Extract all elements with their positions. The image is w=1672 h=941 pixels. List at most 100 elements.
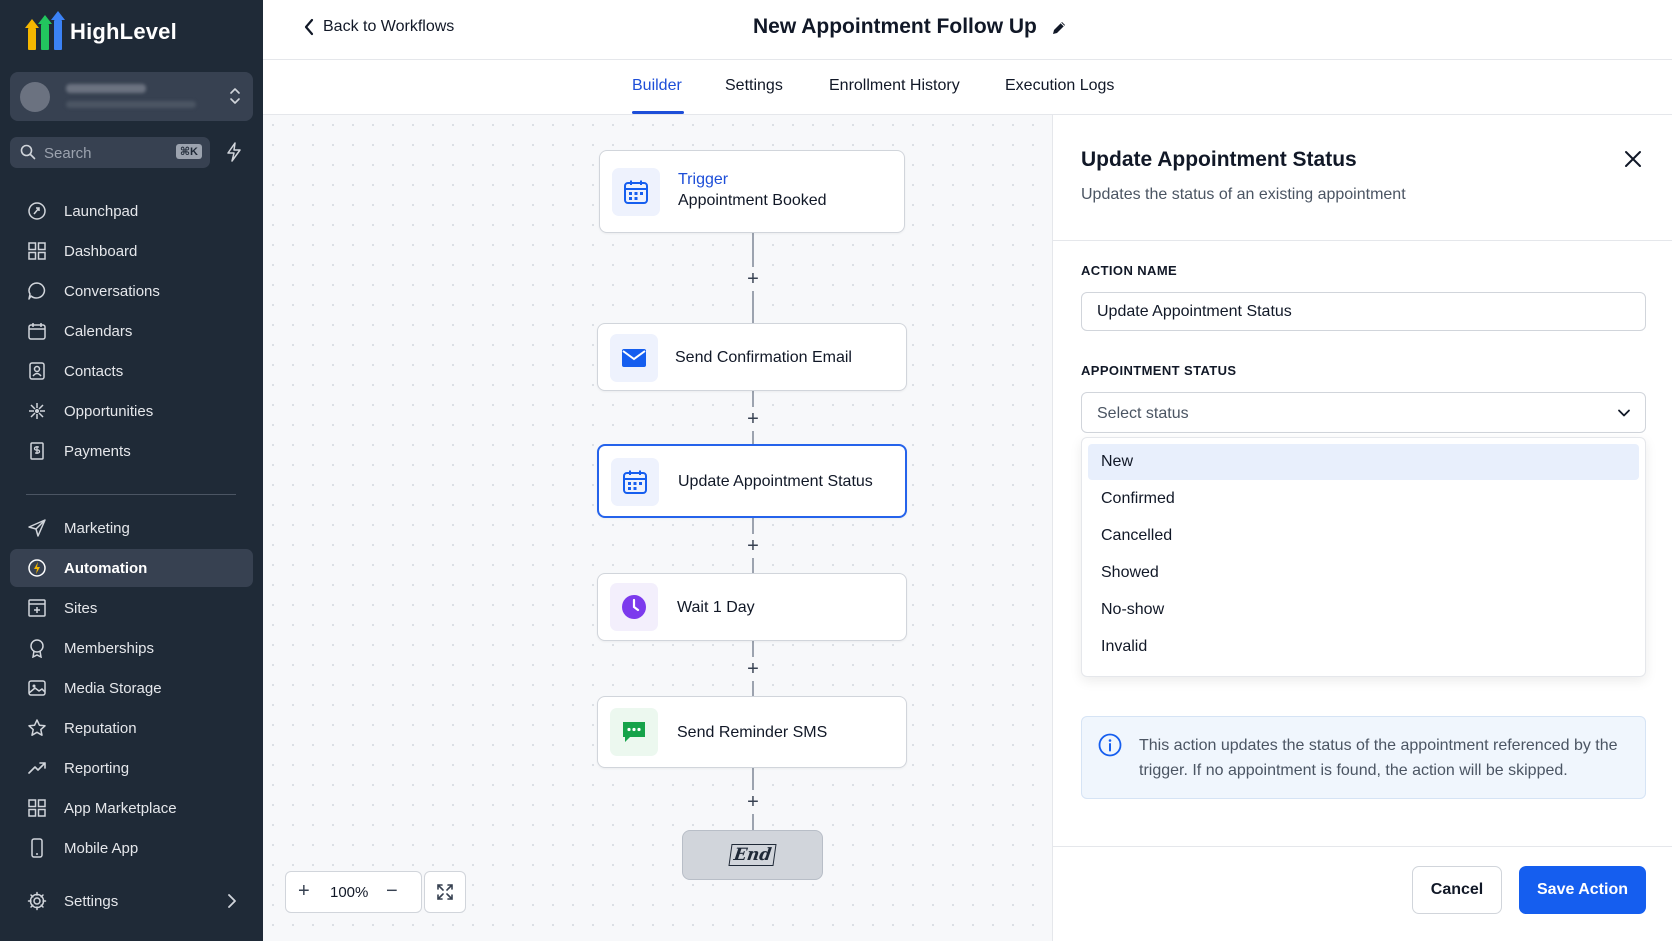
sidebar-item-mobile-app[interactable]: Mobile App — [10, 829, 253, 867]
status-placeholder: Select status — [1097, 405, 1189, 422]
info-icon — [1098, 733, 1122, 757]
account-switcher[interactable] — [10, 72, 253, 121]
add-step-button[interactable]: + — [741, 534, 765, 558]
sites-icon — [28, 599, 46, 617]
tab-builder[interactable]: Builder — [632, 77, 682, 95]
workflow-header: Back to Workflows New Appointment Follow… — [263, 0, 1672, 60]
tab-enrollment-history[interactable]: Enrollment History — [829, 77, 960, 95]
add-step-button[interactable]: + — [741, 267, 765, 291]
brand-name: HighLevel — [70, 19, 177, 44]
sidebar-item-automation[interactable]: Automation — [10, 549, 253, 587]
trigger-node[interactable]: Trigger Appointment Booked — [599, 150, 905, 233]
end-node: End — [682, 830, 823, 880]
sidebar-item-label: Memberships — [64, 640, 155, 657]
brand-logo[interactable]: HighLevel — [25, 11, 177, 50]
step-label: Send Reminder SMS — [677, 724, 828, 741]
chevron-down-icon — [1618, 409, 1630, 417]
workflow-title: New Appointment Follow Up — [753, 15, 1037, 38]
status-option-invalid[interactable]: Invalid — [1088, 629, 1639, 665]
sidebar-item-label: Contacts — [64, 363, 124, 380]
sidebar-item-conversations[interactable]: Conversations — [10, 272, 253, 310]
sidebar-item-marketing[interactable]: Marketing — [10, 509, 253, 547]
step-node-update-appointment-status[interactable]: Update Appointment Status — [597, 444, 907, 518]
panel-title: Update Appointment Status — [1081, 148, 1357, 171]
workflow-tabs: Builder Settings Enrollment History Exec… — [263, 61, 1672, 115]
appointment-status-label: APPOINTMENT STATUS — [1081, 363, 1237, 378]
launchpad-icon — [28, 202, 46, 220]
expand-icon — [437, 884, 453, 900]
sidebar-item-label: Settings — [64, 893, 119, 910]
sidebar-item-reputation[interactable]: Reputation — [10, 709, 253, 747]
fit-to-screen-button[interactable] — [424, 871, 466, 913]
status-option-new[interactable]: New — [1088, 444, 1639, 480]
grid-icon — [28, 799, 46, 817]
status-dropdown: New Confirmed Cancelled Showed No-show I… — [1081, 437, 1646, 677]
sidebar-item-settings[interactable]: Settings — [10, 882, 253, 920]
send-icon — [28, 519, 46, 537]
sidebar-search[interactable]: Search ⌘K — [10, 137, 210, 168]
calendar-icon — [28, 323, 46, 340]
tab-execution-logs[interactable]: Execution Logs — [1005, 77, 1114, 95]
sidebar-item-label: Calendars — [64, 323, 133, 340]
bolt-icon[interactable] — [226, 142, 242, 162]
sidebar-item-label: Sites — [64, 600, 98, 617]
sidebar-item-label: Mobile App — [64, 840, 139, 857]
add-step-button[interactable]: + — [741, 790, 765, 814]
step-label: Wait 1 Day — [677, 599, 755, 616]
trigger-kind-label: Trigger — [678, 171, 729, 188]
membership-icon — [30, 639, 44, 658]
sidebar-item-reporting[interactable]: Reporting — [10, 749, 253, 787]
add-step-button[interactable]: + — [741, 657, 765, 681]
add-step-button[interactable]: + — [741, 407, 765, 431]
zoom-out-button[interactable]: − — [386, 880, 398, 903]
step-node-wait-1-day[interactable]: Wait 1 Day — [597, 573, 907, 641]
sidebar-item-calendars[interactable]: Calendars — [10, 312, 253, 350]
sidebar-item-memberships[interactable]: Memberships — [10, 629, 253, 667]
search-label: Search — [44, 145, 92, 162]
action-name-input[interactable] — [1081, 292, 1646, 331]
sidebar-item-label: Payments — [64, 443, 131, 460]
status-option-no-show[interactable]: No-show — [1088, 592, 1639, 628]
zoom-in-button[interactable]: + — [298, 880, 310, 903]
sidebar: HighLevel Search ⌘K Launchpad Dashboard … — [0, 0, 263, 941]
sms-icon — [610, 708, 658, 756]
highlevel-logo-icon — [25, 11, 65, 50]
sidebar-item-media-storage[interactable]: Media Storage — [10, 669, 253, 707]
action-settings-panel: Update Appointment Status Updates the st… — [1052, 115, 1672, 941]
sidebar-item-opportunities[interactable]: Opportunities — [10, 392, 253, 430]
cancel-button[interactable]: Cancel — [1412, 866, 1502, 914]
gear-icon — [27, 891, 47, 911]
calendar-icon — [612, 168, 660, 216]
sidebar-item-label: Dashboard — [64, 243, 138, 260]
sidebar-item-launchpad[interactable]: Launchpad — [10, 192, 253, 230]
sidebar-item-label: Conversations — [64, 283, 160, 300]
trend-icon — [28, 762, 46, 774]
back-to-workflows-link[interactable]: Back to Workflows — [303, 18, 454, 36]
save-action-button[interactable]: Save Action — [1519, 866, 1646, 914]
sidebar-item-sites[interactable]: Sites — [10, 589, 253, 627]
sidebar-item-app-marketplace[interactable]: App Marketplace — [10, 789, 253, 827]
close-icon[interactable] — [1624, 150, 1642, 168]
sidebar-item-label: Automation — [64, 560, 148, 577]
search-icon — [20, 144, 36, 160]
image-icon — [28, 680, 46, 696]
zoom-level: 100% — [330, 884, 369, 901]
step-node-send-reminder-sms[interactable]: Send Reminder SMS — [597, 696, 907, 768]
chat-icon — [28, 282, 46, 300]
status-option-confirmed[interactable]: Confirmed — [1088, 481, 1639, 517]
workflow-canvas[interactable] — [263, 115, 1052, 941]
step-node-send-confirmation-email[interactable]: Send Confirmation Email — [597, 323, 907, 391]
search-shortcut: ⌘K — [175, 144, 202, 159]
sidebar-item-label: Launchpad — [64, 203, 139, 220]
sidebar-item-dashboard[interactable]: Dashboard — [10, 232, 253, 270]
tab-settings[interactable]: Settings — [725, 77, 783, 95]
star-icon — [28, 719, 46, 736]
status-option-cancelled[interactable]: Cancelled — [1088, 518, 1639, 554]
edit-pencil-icon[interactable] — [1050, 19, 1068, 37]
appointment-status-select[interactable]: Select status — [1081, 392, 1646, 433]
back-label: Back to Workflows — [323, 18, 455, 35]
sidebar-item-contacts[interactable]: Contacts — [10, 352, 253, 390]
sidebar-item-label: Reputation — [64, 720, 137, 737]
status-option-showed[interactable]: Showed — [1088, 555, 1639, 591]
sidebar-item-payments[interactable]: Payments — [10, 432, 253, 470]
